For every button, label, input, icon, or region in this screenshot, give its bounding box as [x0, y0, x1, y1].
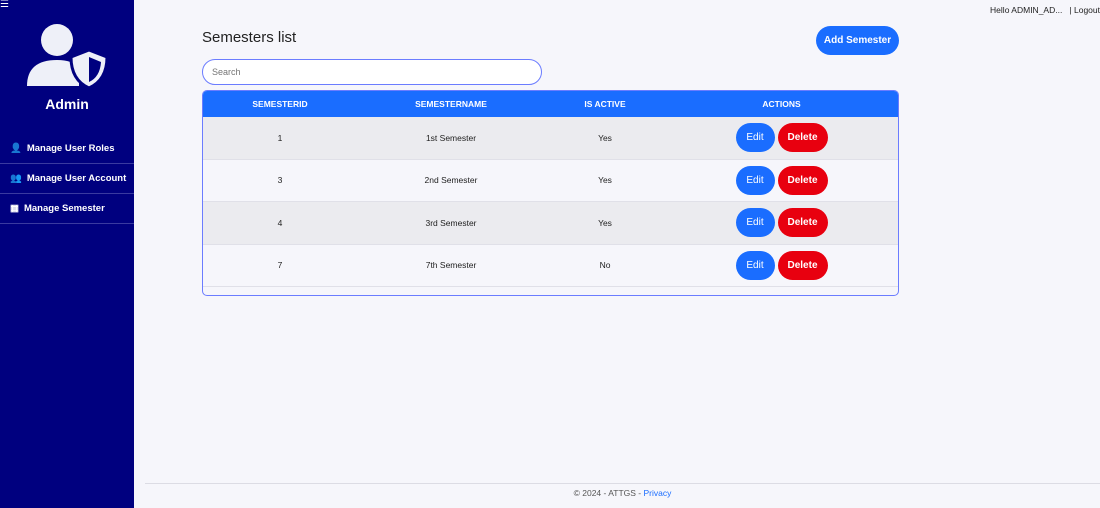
footer: © 2024 - ATTGS - Privacy — [145, 483, 1100, 498]
sidebar: ☰ Admin 👤 Manage User Roles 👥 Manage User … — [0, 0, 134, 508]
sidebar-item-manage-user-account[interactable]: 👥 Manage User Account — [0, 164, 134, 194]
calendar-icon: ▦ — [10, 203, 19, 214]
cell-id: 7 — [277, 260, 283, 271]
page-title: Semesters list — [202, 29, 297, 46]
edit-button[interactable]: Edit — [735, 123, 775, 153]
column-header: IS ACTIVE — [584, 99, 626, 109]
table-header: SEMESTERID SEMESTERNAME IS ACTIVE ACTION… — [203, 91, 898, 117]
cell-name: 7th Semester — [425, 260, 477, 271]
sidebar-item-label: Manage Semester — [23, 203, 105, 214]
semesters-table: SEMESTERID SEMESTERNAME IS ACTIVE ACTION… — [202, 90, 899, 296]
user-role-label: Admin — [45, 96, 89, 112]
column-header: ACTIONS — [762, 99, 801, 109]
table-row: 1 1st Semester Yes Edit Delete — [203, 117, 898, 160]
edit-button[interactable]: Edit — [735, 208, 775, 238]
logout-link[interactable]: | Logout — [1069, 5, 1100, 15]
column-header: SEMESTERNAME — [415, 99, 487, 109]
edit-button[interactable]: Edit — [735, 165, 775, 195]
cell-name: 3rd Semester — [425, 217, 477, 228]
table-row: 4 3rd Semester Yes Edit Delete — [203, 202, 898, 245]
delete-button[interactable]: Delete — [777, 250, 828, 280]
admin-shield-avatar-icon — [27, 24, 109, 90]
cell-active: Yes — [598, 175, 612, 186]
cell-active: No — [599, 260, 611, 271]
menu-icon[interactable]: ☰ — [0, 0, 10, 10]
cell-active: Yes — [598, 132, 612, 143]
table-row: 7 7th Semester No Edit Delete — [203, 245, 898, 287]
delete-button[interactable]: Delete — [777, 165, 828, 195]
copyright: © 2024 - ATTGS - — [573, 488, 644, 498]
cell-id: 3 — [277, 175, 283, 186]
cell-id: 1 — [277, 132, 283, 143]
greeting: Hello ADMIN_AD... — [990, 5, 1063, 15]
add-semester-button[interactable]: Add Semester — [816, 26, 899, 55]
privacy-link[interactable]: Privacy — [644, 488, 672, 498]
column-header: SEMESTERID — [252, 99, 308, 109]
user-gear-icon: 👤 — [10, 143, 22, 154]
sidebar-item-label: Manage User Account — [26, 173, 127, 184]
cell-name: 2nd Semester — [424, 175, 478, 186]
cell-active: Yes — [598, 217, 612, 228]
sidebar-item-manage-semester[interactable]: ▦ Manage Semester — [0, 194, 134, 224]
table-row: 3 2nd Semester Yes Edit Delete — [203, 160, 898, 202]
search-input[interactable] — [202, 59, 542, 85]
delete-button[interactable]: Delete — [777, 123, 828, 153]
users-icon: 👥 — [10, 173, 22, 184]
cell-name: 1st Semester — [425, 132, 477, 143]
sidebar-item-label: Manage User Roles — [26, 143, 115, 154]
delete-button[interactable]: Delete — [777, 208, 828, 238]
sidebar-item-manage-user-roles[interactable]: 👤 Manage User Roles — [0, 134, 134, 164]
edit-button[interactable]: Edit — [735, 250, 775, 280]
cell-id: 4 — [277, 217, 283, 228]
